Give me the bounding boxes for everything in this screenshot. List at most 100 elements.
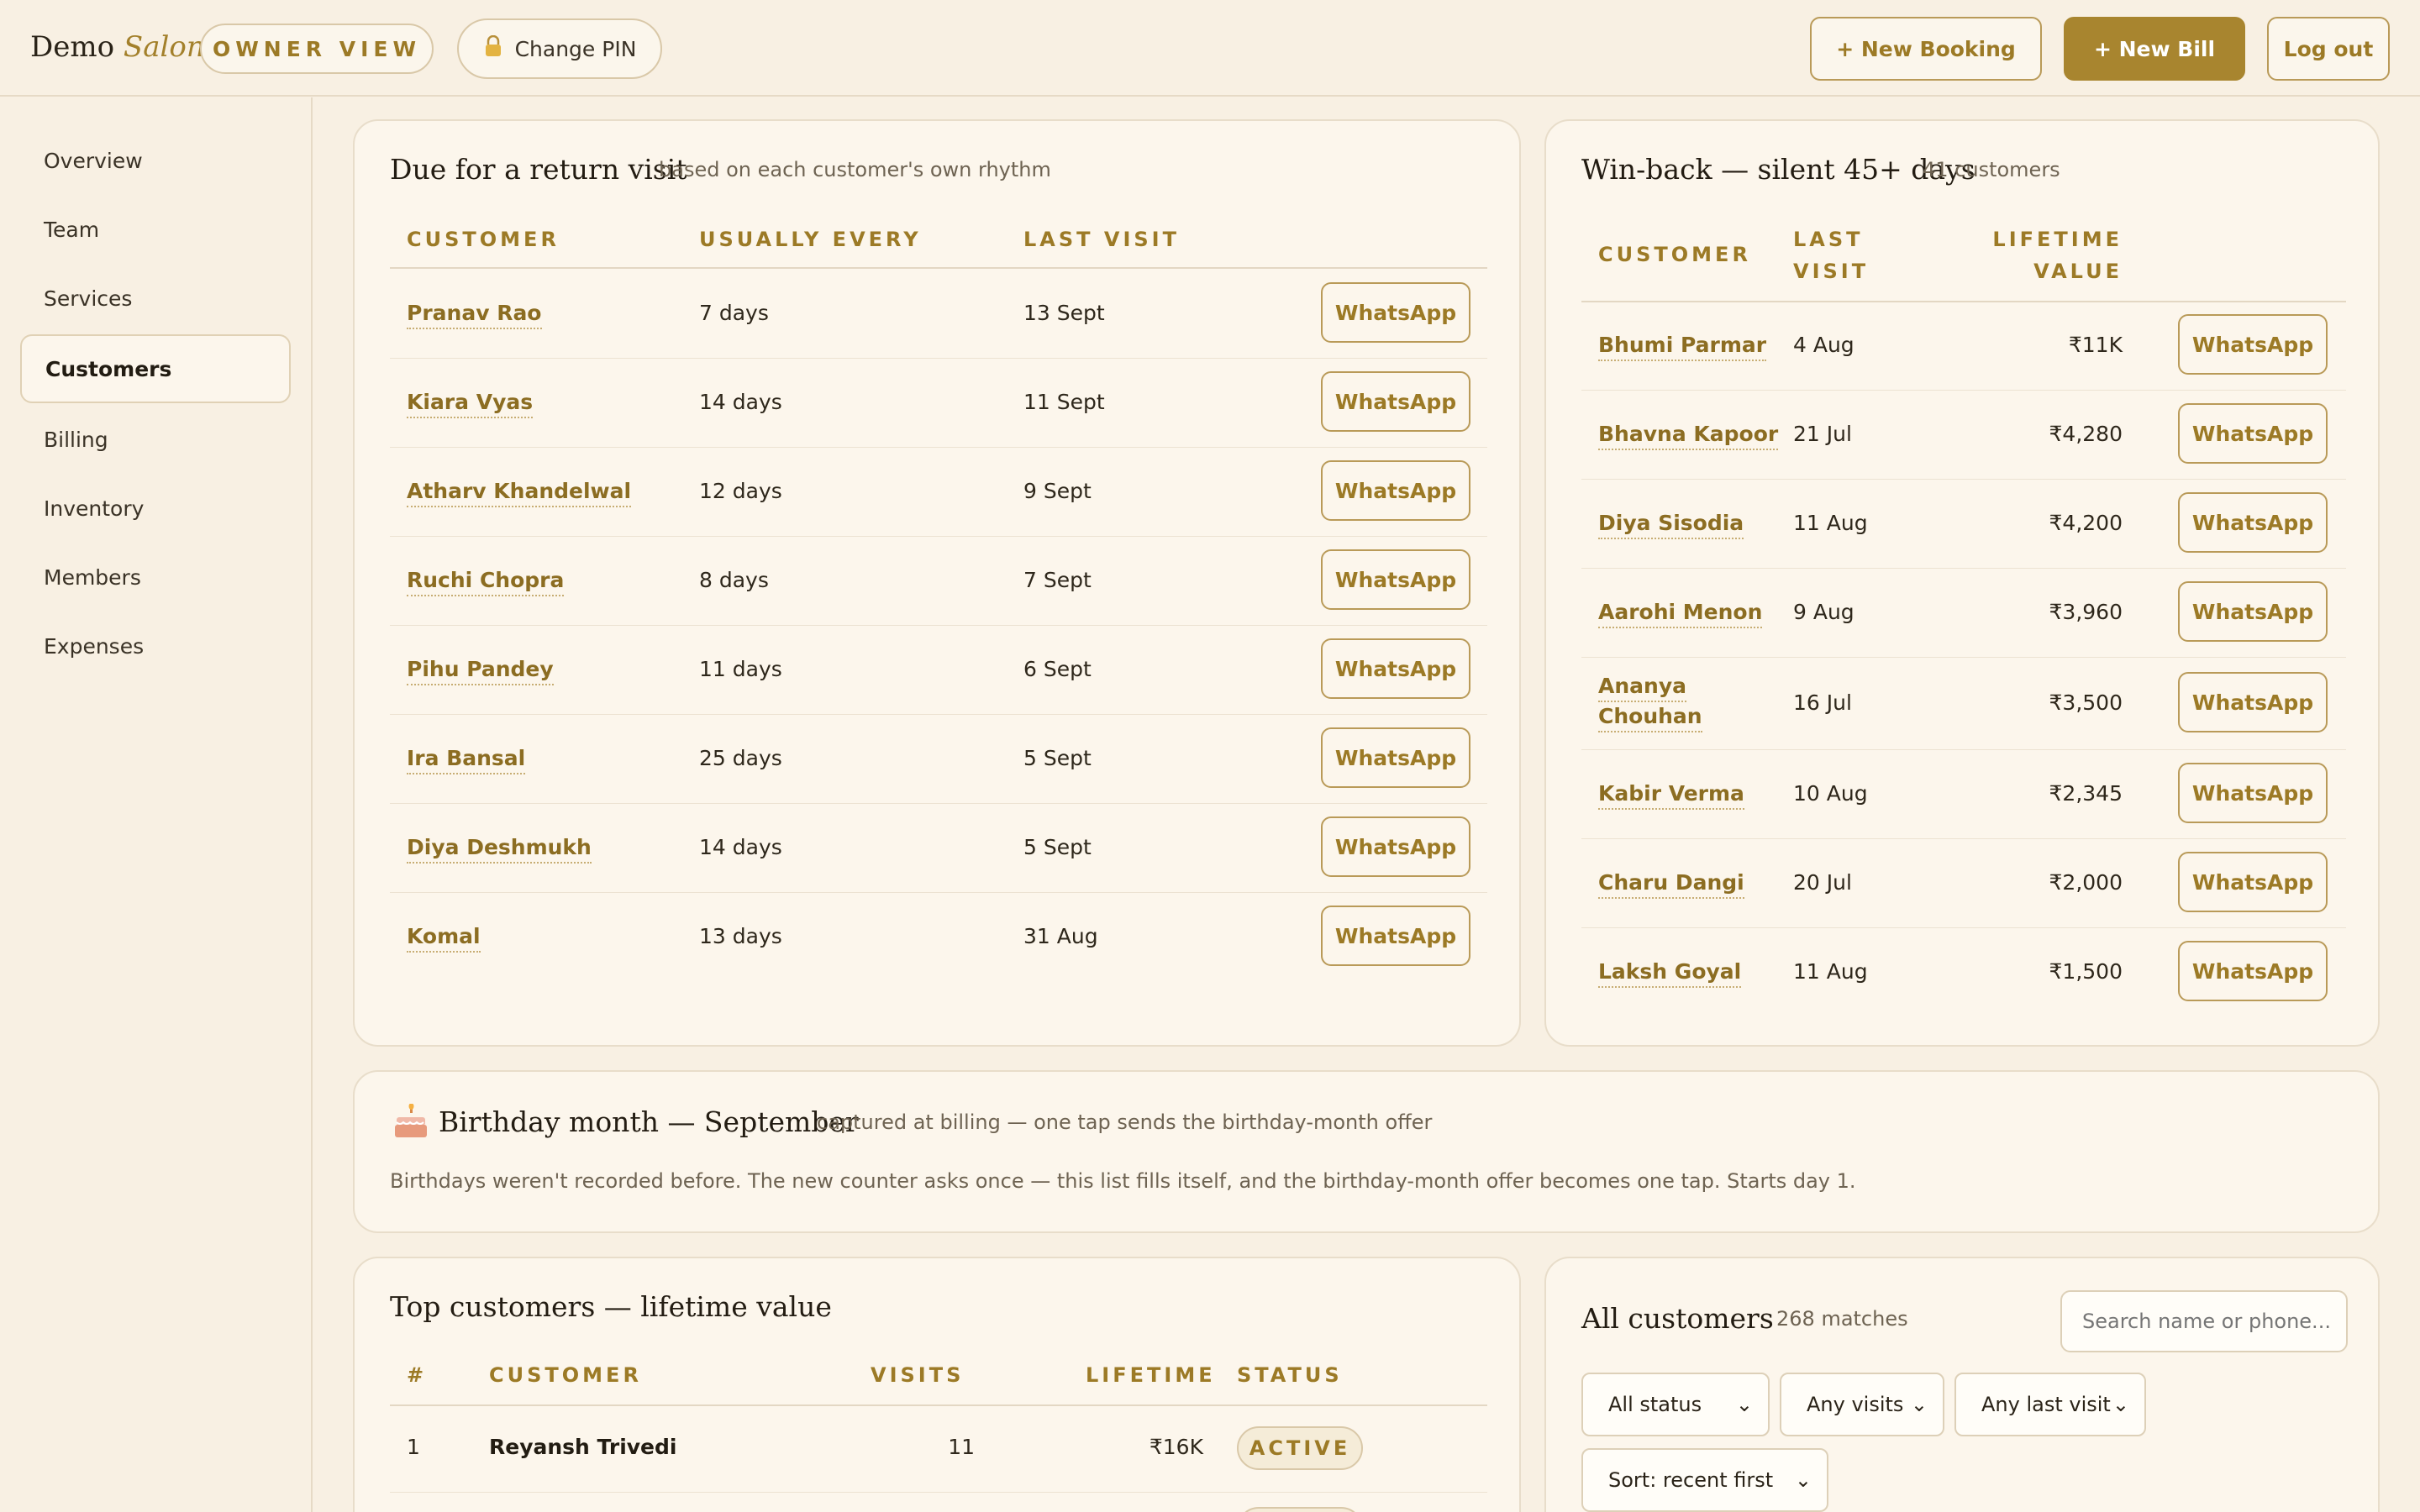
whatsapp-button[interactable]: WhatsApp (2178, 763, 2328, 823)
last-visit: 6 Sept (1023, 657, 1092, 681)
usual-interval: 11 days (699, 657, 782, 681)
chevron-down-icon: ⌄ (2112, 1393, 2129, 1416)
whatsapp-button[interactable]: WhatsApp (1321, 816, 1470, 877)
row-divider (1581, 657, 2346, 658)
lifetime-value: ₹4,280 (2049, 422, 2123, 446)
usual-interval: 14 days (699, 390, 782, 414)
sidebar-item-members[interactable]: Members (20, 543, 291, 612)
whatsapp-button[interactable]: WhatsApp (1321, 282, 1470, 343)
due-title: Due for a return visit (390, 153, 687, 186)
last-visit: 5 Sept (1023, 835, 1092, 859)
whatsapp-button[interactable]: WhatsApp (2178, 403, 2328, 464)
brand-accent: Salon (123, 30, 205, 64)
lifetime-value: ₹1,500 (2049, 959, 2123, 984)
customer-name-link[interactable]: Ananya Chouhan (1598, 672, 1702, 732)
usual-interval: 12 days (699, 479, 782, 503)
col-last-visit-line-1: LAST (1793, 228, 1864, 251)
row-divider (1581, 568, 2346, 569)
customer-name-link[interactable]: Kabir Verma (1598, 780, 1744, 810)
last-visit: 13 Sept (1023, 301, 1105, 325)
status-filter-select[interactable]: All status ⌄ (1581, 1373, 1770, 1436)
customer-name-link[interactable]: Pranav Rao (407, 299, 542, 329)
whatsapp-button[interactable]: WhatsApp (2178, 492, 2328, 553)
lock-icon (483, 34, 503, 62)
top-bar: Demo Salon OWNER VIEW Change PIN + New B… (0, 0, 2420, 97)
new-bill-button[interactable]: + New Bill (2064, 17, 2245, 81)
row-divider (390, 1492, 1487, 1493)
log-out-button[interactable]: Log out (2267, 17, 2390, 81)
sidebar-item-team[interactable]: Team (20, 195, 291, 264)
status-badge: ACTIVE (1237, 1426, 1363, 1470)
last-visit: 21 Jul (1793, 422, 1852, 446)
whatsapp-button[interactable]: WhatsApp (1321, 638, 1470, 699)
customer-name[interactable]: Reyansh Trivedi (489, 1435, 676, 1459)
chevron-down-icon: ⌄ (1794, 1468, 1812, 1492)
status-badge (1237, 1507, 1363, 1512)
row-divider (1581, 927, 2346, 928)
whatsapp-button[interactable]: WhatsApp (2178, 314, 2328, 375)
sidebar-item-inventory[interactable]: Inventory (20, 474, 291, 543)
winback-title: Win-back — silent 45+ days (1581, 153, 1975, 186)
row-divider (1581, 838, 2346, 839)
lifetime-value: ₹4,200 (2049, 511, 2123, 535)
usual-interval: 8 days (699, 568, 769, 592)
customer-name-link[interactable]: Ira Bansal (407, 744, 526, 774)
sort-select[interactable]: Sort: recent first ⌄ (1581, 1448, 1828, 1512)
change-pin-button[interactable]: Change PIN (457, 18, 662, 79)
whatsapp-button[interactable]: WhatsApp (1321, 371, 1470, 432)
customer-name-line-1: Ananya (1598, 672, 1686, 702)
whatsapp-button[interactable]: WhatsApp (1321, 549, 1470, 610)
customer-name-link[interactable]: Bhavna Kapoor (1598, 420, 1779, 450)
whatsapp-button[interactable]: WhatsApp (1321, 906, 1470, 966)
row-divider (390, 892, 1487, 893)
col-customer: CUSTOMER (489, 1363, 642, 1387)
sidebar-item-customers[interactable]: Customers (20, 334, 291, 403)
customer-name-link[interactable]: Pihu Pandey (407, 655, 554, 685)
last-visit: 16 Jul (1793, 690, 1852, 715)
visits-filter-value: Any visits (1807, 1393, 1904, 1416)
row-divider (390, 803, 1487, 804)
col-visits: VISITS (871, 1363, 965, 1387)
sidebar-item-billing[interactable]: Billing (20, 405, 291, 474)
all-customers-card: All customers 268 matches All status ⌄ A… (1544, 1257, 2380, 1512)
cake-icon (393, 1103, 429, 1142)
chevron-down-icon: ⌄ (1910, 1393, 1928, 1416)
customer-name-link[interactable]: Diya Sisodia (1598, 509, 1744, 539)
brand-logo[interactable]: Demo Salon (30, 30, 205, 64)
birthday-note: Birthdays weren't recorded before. The n… (390, 1169, 1856, 1193)
sidebar-item-overview[interactable]: Overview (20, 126, 291, 195)
customer-name-link[interactable]: Ruchi Chopra (407, 566, 565, 596)
customer-name-link[interactable]: Diya Deshmukh (407, 833, 592, 864)
customer-name-link[interactable]: Bhumi Parmar (1598, 331, 1767, 361)
whatsapp-button[interactable]: WhatsApp (1321, 727, 1470, 788)
row-divider (1581, 390, 2346, 391)
col-last-visit-line-2: VISIT (1793, 260, 1870, 283)
customer-name-link[interactable]: Komal (407, 922, 481, 953)
header-divider (390, 267, 1487, 269)
usual-interval: 14 days (699, 835, 782, 859)
search-input[interactable] (2060, 1290, 2348, 1352)
brand-name: Demo (30, 30, 115, 64)
customer-name-link[interactable]: Atharv Khandelwal (407, 477, 632, 507)
col-lifetime-value-line-1: LIFETIME (1992, 228, 2123, 251)
whatsapp-button[interactable]: WhatsApp (2178, 581, 2328, 642)
owner-view-badge: OWNER VIEW (200, 24, 434, 74)
last-visit-filter-select[interactable]: Any last visit ⌄ (1954, 1373, 2146, 1436)
whatsapp-button[interactable]: WhatsApp (2178, 941, 2328, 1001)
lifetime-value: ₹3,500 (2049, 690, 2123, 715)
whatsapp-button[interactable]: WhatsApp (1321, 460, 1470, 521)
header-divider (1581, 301, 2346, 302)
whatsapp-button[interactable]: WhatsApp (2178, 672, 2328, 732)
sidebar-item-services[interactable]: Services (20, 264, 291, 333)
whatsapp-button[interactable]: WhatsApp (2178, 852, 2328, 912)
sidebar-item-expenses[interactable]: Expenses (20, 612, 291, 680)
customer-name-link[interactable]: Laksh Goyal (1598, 958, 1742, 988)
customer-name-link[interactable]: Kiara Vyas (407, 388, 534, 418)
col-lifetime-value-line-2: VALUE (2033, 260, 2123, 283)
visits-filter-select[interactable]: Any visits ⌄ (1780, 1373, 1944, 1436)
customer-name-link[interactable]: Charu Dangi (1598, 869, 1744, 899)
new-booking-button[interactable]: + New Booking (1810, 17, 2042, 81)
chevron-down-icon: ⌄ (1735, 1393, 1753, 1416)
customer-name-link[interactable]: Aarohi Menon (1598, 598, 1763, 628)
row-divider (390, 536, 1487, 537)
